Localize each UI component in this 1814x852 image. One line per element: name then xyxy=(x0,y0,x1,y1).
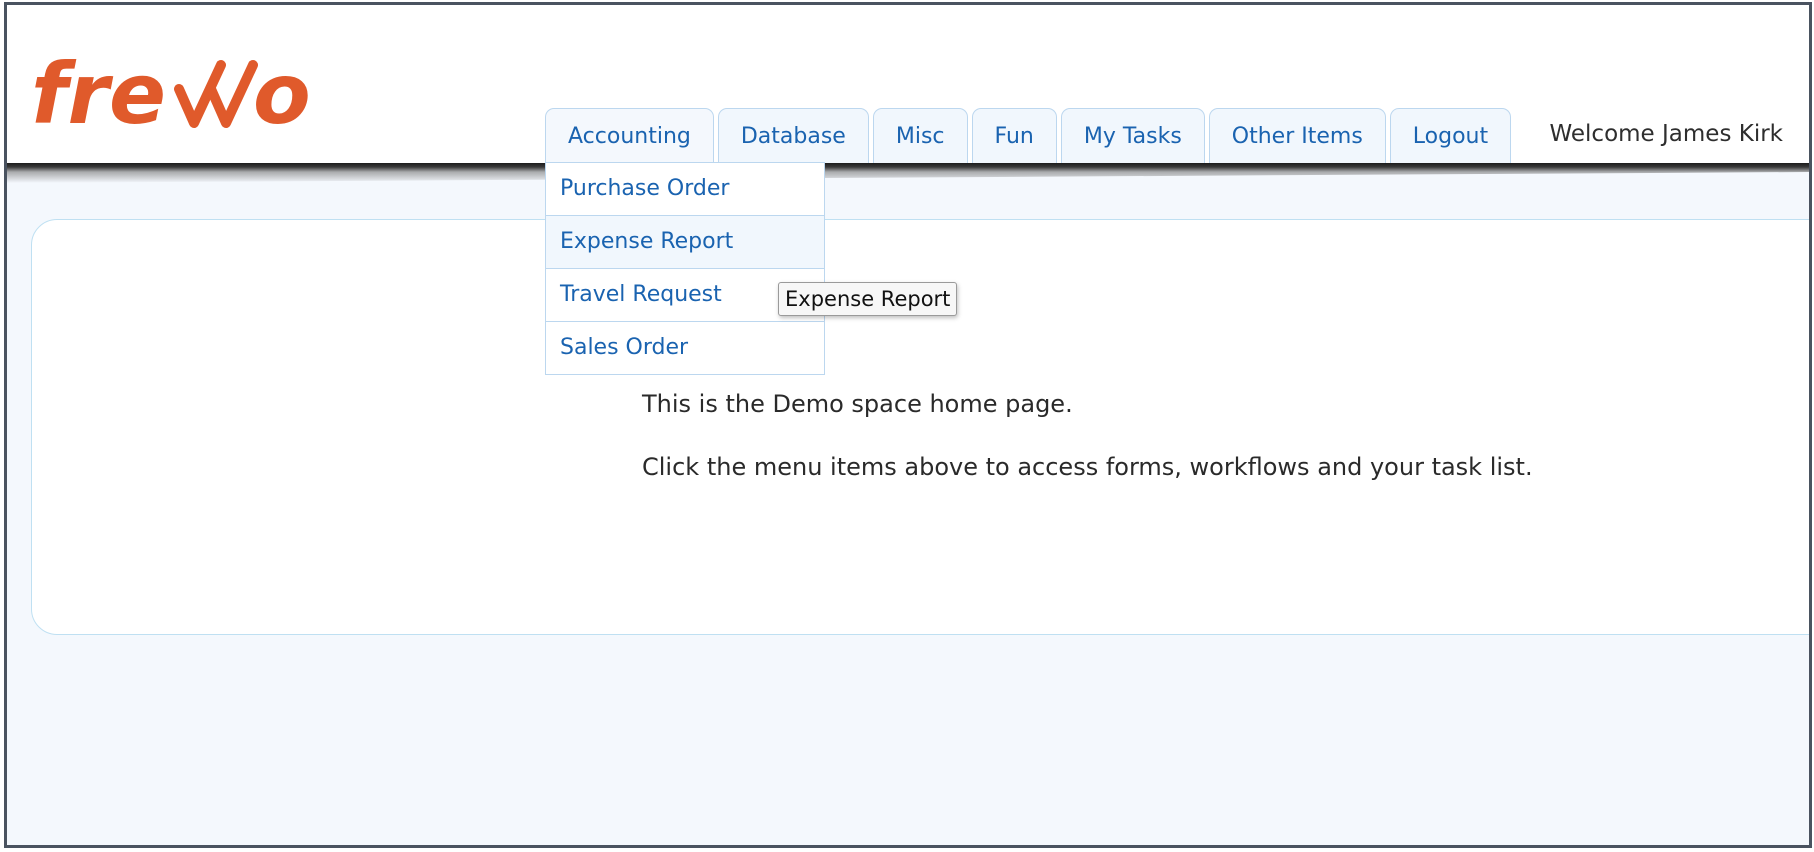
welcome-message: Welcome James Kirk xyxy=(1549,121,1784,147)
hover-tooltip: Expense Report xyxy=(778,282,958,316)
page-header: fre o Accounting Database Misc Fun My Ta… xyxy=(7,5,1809,165)
menu-item-expense-report[interactable]: Expense Report xyxy=(546,216,824,269)
tab-fun[interactable]: Fun xyxy=(971,108,1057,164)
menu-item-sales-order[interactable]: Sales Order xyxy=(546,322,824,374)
tab-database[interactable]: Database xyxy=(717,108,869,164)
tab-my-tasks[interactable]: My Tasks xyxy=(1060,108,1205,164)
svg-text:o: o xyxy=(253,45,311,143)
browser-frame: fre o Accounting Database Misc Fun My Ta… xyxy=(4,2,1812,848)
frevvo-logo[interactable]: fre o xyxy=(31,43,331,153)
tab-logout[interactable]: Logout xyxy=(1389,108,1512,164)
home-message-line-2: Click the menu items above to access for… xyxy=(642,453,1533,481)
home-message-line-1: This is the Demo space home page. xyxy=(642,390,1073,418)
tab-accounting[interactable]: Accounting xyxy=(545,108,714,164)
main-nav-tabs: Accounting Database Misc Fun My Tasks Ot… xyxy=(545,108,1512,166)
tab-other-items[interactable]: Other Items xyxy=(1208,108,1386,164)
svg-text:fre: fre xyxy=(31,45,166,143)
tab-misc[interactable]: Misc xyxy=(872,108,968,164)
header-shadow-divider xyxy=(7,163,1809,183)
accounting-dropdown-menu: Purchase Order Expense Report Travel Req… xyxy=(545,162,825,375)
menu-item-purchase-order[interactable]: Purchase Order xyxy=(546,163,824,216)
